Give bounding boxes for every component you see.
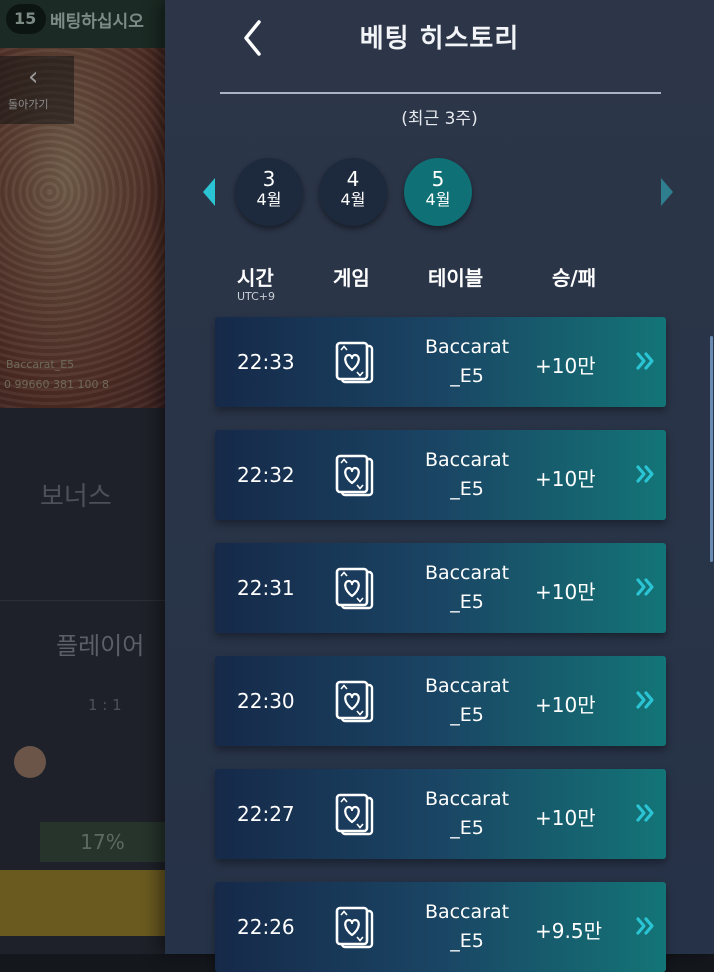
avatar — [14, 746, 46, 778]
history-row[interactable]: 22:27 Baccarat _E5 +10만 — [215, 769, 666, 859]
bet-time: 22:31 — [237, 576, 295, 600]
table-name: Baccarat _E5 — [424, 336, 510, 387]
playing-card-heart-icon — [333, 454, 377, 498]
next-week-button[interactable] — [655, 172, 679, 212]
week-tab-2[interactable]: 4 4월 — [319, 158, 387, 226]
history-row[interactable]: 22:26 Baccarat _E5 +9.5만 — [215, 882, 666, 972]
week-month: 4월 — [256, 190, 282, 209]
week-number: 4 — [346, 167, 360, 191]
table-name: Baccarat _E5 — [424, 901, 510, 952]
playing-card-heart-icon — [333, 567, 377, 611]
history-row[interactable]: 22:33 Baccarat _E5 +10만 — [215, 317, 666, 407]
week-month: 4월 — [340, 190, 366, 209]
playing-card-heart-icon — [333, 906, 377, 950]
scrollbar[interactable] — [710, 336, 713, 562]
win-loss-amount: +9.5만 — [535, 919, 602, 943]
video-table-stats: 0 99660 381 100 8 — [4, 378, 109, 391]
win-loss-amount: +10만 — [535, 354, 596, 378]
bonus-label: 보너스 — [40, 482, 112, 512]
game-back-label: 돌아가기 — [8, 98, 49, 111]
player-percent: 17% — [40, 822, 165, 862]
game-back-button: ‹ 돌아가기 — [0, 56, 74, 124]
period-subtitle: (최근 3주) — [401, 109, 478, 129]
win-loss-amount: +10만 — [535, 806, 596, 830]
double-chevron-right-icon[interactable] — [635, 462, 655, 486]
double-chevron-right-icon[interactable] — [635, 575, 655, 599]
chevron-left-icon: ‹ — [28, 62, 39, 92]
bet-time: 22:33 — [237, 350, 295, 374]
page-title: 베팅 히스토리 — [359, 24, 520, 54]
column-header-game: 게임 — [333, 266, 370, 290]
history-row[interactable]: 22:32 Baccarat _E5 +10만 — [215, 430, 666, 520]
table-name: Baccarat _E5 — [424, 562, 510, 613]
week-number: 3 — [262, 167, 276, 191]
week-tab-3[interactable]: 5 4월 — [404, 158, 472, 226]
game-header: 15 베팅하십시오 — [0, 0, 165, 48]
table-name: Baccarat _E5 — [424, 675, 510, 726]
round-number: 15 — [6, 4, 46, 34]
game-background: 15 베팅하십시오 ‹ 돌아가기 Baccarat_E5 0 99660 381… — [0, 0, 165, 954]
divider — [0, 600, 165, 601]
player-payout-ratio: 1 : 1 — [88, 696, 122, 714]
table-name: Baccarat _E5 — [424, 449, 510, 500]
bet-time: 22:32 — [237, 463, 295, 487]
prev-week-button[interactable] — [197, 172, 221, 212]
column-header-table: 테이블 — [428, 266, 484, 290]
win-loss-amount: +10만 — [535, 693, 596, 717]
week-tab-1[interactable]: 3 4월 — [235, 158, 303, 226]
playing-card-heart-icon — [333, 680, 377, 724]
double-chevron-right-icon[interactable] — [635, 688, 655, 712]
column-header-time: 시간 — [237, 266, 274, 290]
timezone-label: UTC+9 — [237, 290, 276, 303]
chip-tray — [0, 870, 165, 936]
bet-time: 22:26 — [237, 915, 295, 939]
game-status-title: 베팅하십시오 — [50, 12, 144, 32]
week-number: 5 — [431, 167, 445, 191]
triangle-left-icon — [203, 178, 215, 206]
win-loss-amount: +10만 — [535, 467, 596, 491]
triangle-right-icon — [661, 178, 673, 206]
playing-card-heart-icon — [333, 793, 377, 837]
history-row[interactable]: 22:31 Baccarat _E5 +10만 — [215, 543, 666, 633]
bet-time: 22:30 — [237, 689, 295, 713]
double-chevron-right-icon[interactable] — [635, 349, 655, 373]
betting-history-panel: 베팅 히스토리 (최근 3주) 3 4월 4 4월 5 4월 시간 UTC+9 … — [165, 0, 714, 972]
video-table-name: Baccarat_E5 — [6, 358, 75, 371]
playing-card-heart-icon — [333, 341, 377, 385]
title-divider — [220, 92, 661, 94]
column-header-result: 승/패 — [552, 266, 597, 290]
double-chevron-right-icon[interactable] — [635, 801, 655, 825]
table-name: Baccarat _E5 — [424, 788, 510, 839]
week-month: 4월 — [425, 190, 451, 209]
player-bet-label: 플레이어 — [56, 632, 145, 660]
double-chevron-right-icon[interactable] — [635, 914, 655, 938]
history-row[interactable]: 22:30 Baccarat _E5 +10만 — [215, 656, 666, 746]
win-loss-amount: +10만 — [535, 580, 596, 604]
bet-time: 22:27 — [237, 802, 295, 826]
